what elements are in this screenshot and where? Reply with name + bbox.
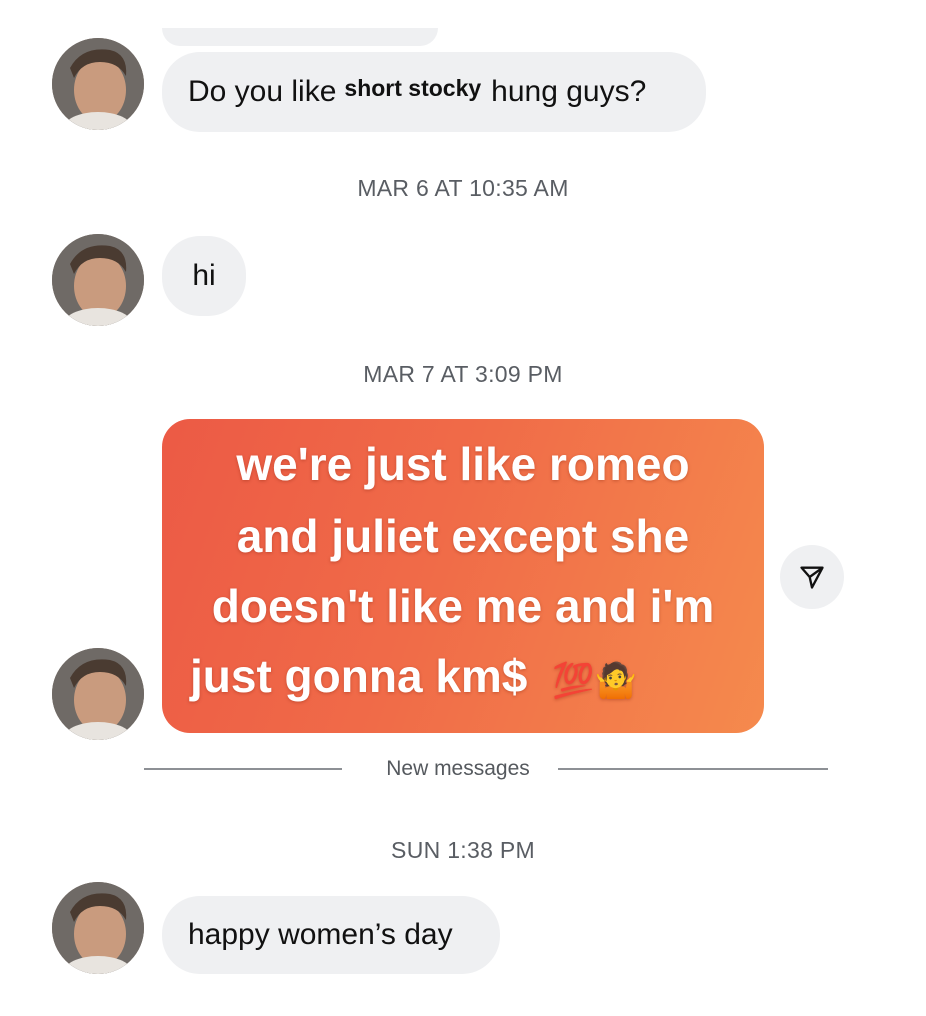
timestamp: SUN 1:38 PM xyxy=(391,837,535,863)
message-text-bold: short stocky xyxy=(344,74,482,101)
meme-text-line: just gonna km$ 💯🤷 xyxy=(190,649,637,703)
meme-text-line: doesn't like me and i'm xyxy=(211,580,715,632)
message-text: hi xyxy=(192,259,216,292)
avatar-photo-icon xyxy=(52,648,144,740)
message-text: happy women’s day xyxy=(188,918,453,951)
meme-text-line: and juliet except she xyxy=(236,510,690,562)
message-text: hung guys? xyxy=(491,75,647,108)
meme-text: just gonna km$ xyxy=(190,650,528,702)
divider-line xyxy=(144,768,342,770)
emoji: 💯🤷 xyxy=(552,662,637,700)
timestamp: MAR 6 AT 10:35 AM xyxy=(357,175,569,201)
meme-text-line: we're just like romeo xyxy=(236,438,690,490)
sender-avatar[interactable] xyxy=(52,234,144,326)
message-text: Do you like xyxy=(188,75,337,108)
previous-message-bubble xyxy=(162,28,438,46)
sender-avatar[interactable] xyxy=(52,38,144,130)
avatar-photo-icon xyxy=(52,38,144,130)
message-bubble[interactable]: Do you like short stocky hung guys? xyxy=(162,52,706,132)
sender-avatar[interactable] xyxy=(52,648,144,740)
send-icon xyxy=(800,566,824,589)
sender-avatar[interactable] xyxy=(52,882,144,974)
message-bubble[interactable]: happy women’s day xyxy=(162,896,500,974)
timestamp: MAR 7 AT 3:09 PM xyxy=(363,361,563,387)
message-bubble[interactable]: hi xyxy=(162,236,246,316)
avatar-photo-icon xyxy=(52,882,144,974)
avatar-photo-icon xyxy=(52,234,144,326)
divider-line xyxy=(558,768,828,770)
share-button[interactable] xyxy=(780,545,844,609)
image-message[interactable]: we're just like romeo and juliet except … xyxy=(162,419,764,733)
new-messages-divider: New messages xyxy=(386,757,530,780)
